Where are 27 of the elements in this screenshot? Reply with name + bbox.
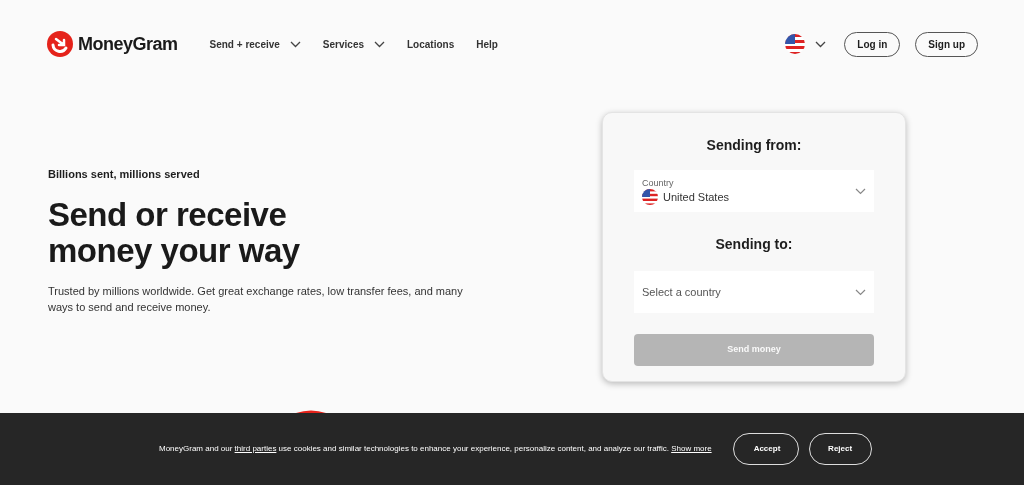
sending-to-heading: Sending to: — [715, 235, 793, 254]
chevron-down-icon — [855, 187, 866, 195]
decoration-shape — [296, 410, 326, 413]
flag-icon — [642, 189, 658, 205]
field-value: United States — [663, 189, 730, 205]
text-link[interactable]: third parties — [234, 444, 277, 453]
hero-heading: Send or receive money your way — [48, 196, 301, 269]
hero-description: Trusted by millions worldwide. Get great exchange rates, low transfer fees, and many ways to send and receive money. — [48, 283, 464, 315]
flag-icon[interactable] — [785, 34, 806, 54]
placeholder-text: Select a country — [642, 284, 721, 300]
cookie-notice-text: MoneyGram and our third parties use cookies and similar technologies to enhance your experience, personalize content, and analyze our traffic. Show more — [159, 443, 712, 455]
chevron-down-icon[interactable] — [815, 40, 827, 48]
eyebrow-text: Billions sent, millions served — [48, 167, 201, 182]
country-select[interactable]: Select a country — [634, 271, 874, 313]
nav-link[interactable]: Help — [476, 36, 498, 52]
chevron-down-icon — [374, 40, 385, 48]
nav-dropdown[interactable]: Services — [322, 36, 385, 52]
nav-dropdown[interactable]: Send + receive — [209, 36, 301, 52]
chevron-down-icon — [855, 288, 866, 296]
logo-text[interactable]: MoneyGram — [78, 30, 178, 58]
sending-from-heading: Sending from: — [706, 136, 802, 155]
text-link[interactable]: Show more — [671, 444, 712, 453]
country-select[interactable]: Country United States — [634, 170, 874, 212]
chevron-down-icon — [289, 40, 301, 48]
logo-icon[interactable] — [46, 30, 74, 58]
nav-link[interactable]: Locations — [407, 36, 455, 52]
field-label: Country — [642, 176, 675, 189]
